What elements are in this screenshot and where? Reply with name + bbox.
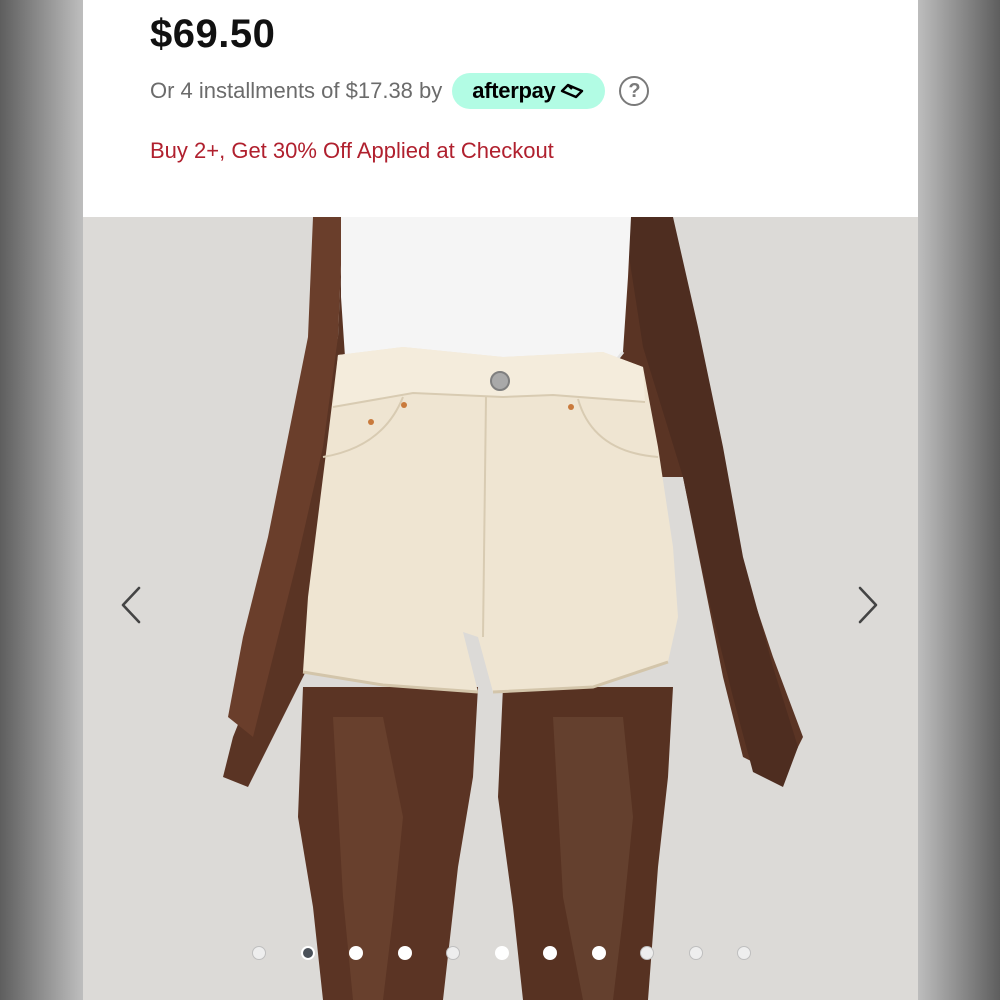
carousel-dot[interactable] bbox=[494, 946, 509, 960]
carousel-dot[interactable] bbox=[349, 946, 363, 960]
chevron-left-icon bbox=[121, 586, 141, 624]
promo-text: Buy 2+, Get 30% Off Applied at Checkout bbox=[150, 138, 554, 163]
afterpay-badge[interactable]: afterpay bbox=[452, 73, 606, 109]
carousel-dot[interactable] bbox=[640, 946, 654, 960]
carousel-dot[interactable] bbox=[252, 946, 266, 960]
previous-image-button[interactable] bbox=[111, 583, 151, 627]
question-circle-icon[interactable]: ? bbox=[619, 76, 650, 106]
product-image-carousel[interactable] bbox=[83, 217, 918, 1000]
carousel-dot[interactable] bbox=[591, 946, 606, 960]
chevron-right-icon bbox=[858, 586, 878, 624]
installments-text: Or 4 installments of $17.38 by bbox=[150, 78, 443, 103]
product-page: $69.50 Or 4 installments of $17.38 by af… bbox=[83, 0, 918, 1000]
afterpay-arrows-icon bbox=[561, 83, 584, 99]
afterpay-label: afterpay bbox=[472, 78, 556, 103]
carousel-dot[interactable] bbox=[543, 946, 557, 960]
product-photo bbox=[83, 217, 918, 1000]
carousel-dot[interactable] bbox=[688, 946, 703, 960]
next-image-button[interactable] bbox=[848, 583, 888, 627]
carousel-pagination bbox=[83, 944, 918, 964]
product-price: $69.50 bbox=[150, 12, 276, 56]
carousel-dot[interactable] bbox=[300, 946, 315, 960]
installments-row: Or 4 installments of $17.38 by afterpay … bbox=[150, 72, 650, 110]
carousel-dot[interactable] bbox=[446, 946, 460, 960]
carousel-dot[interactable] bbox=[397, 946, 412, 960]
carousel-dot[interactable] bbox=[737, 946, 751, 960]
